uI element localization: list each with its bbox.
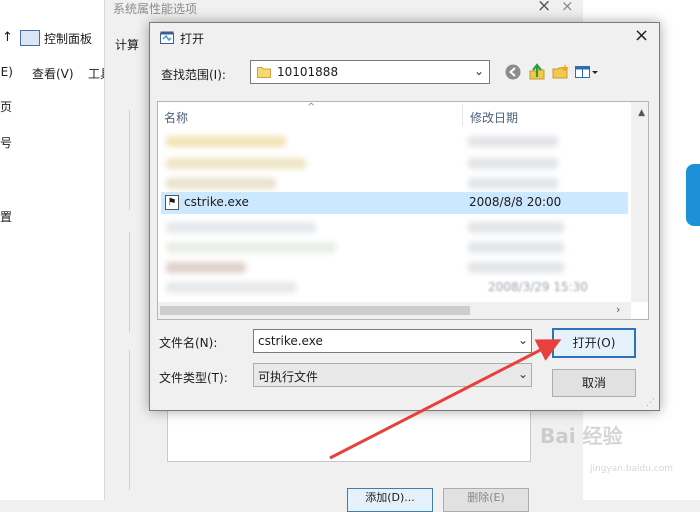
watermark-text: Bai 经验: [540, 424, 623, 448]
baidu-watermark: Bai 经验 jingyan.baidu.com: [540, 420, 690, 490]
watermark-subtext: jingyan.baidu.com: [590, 464, 674, 474]
arrow-line: [329, 339, 562, 460]
